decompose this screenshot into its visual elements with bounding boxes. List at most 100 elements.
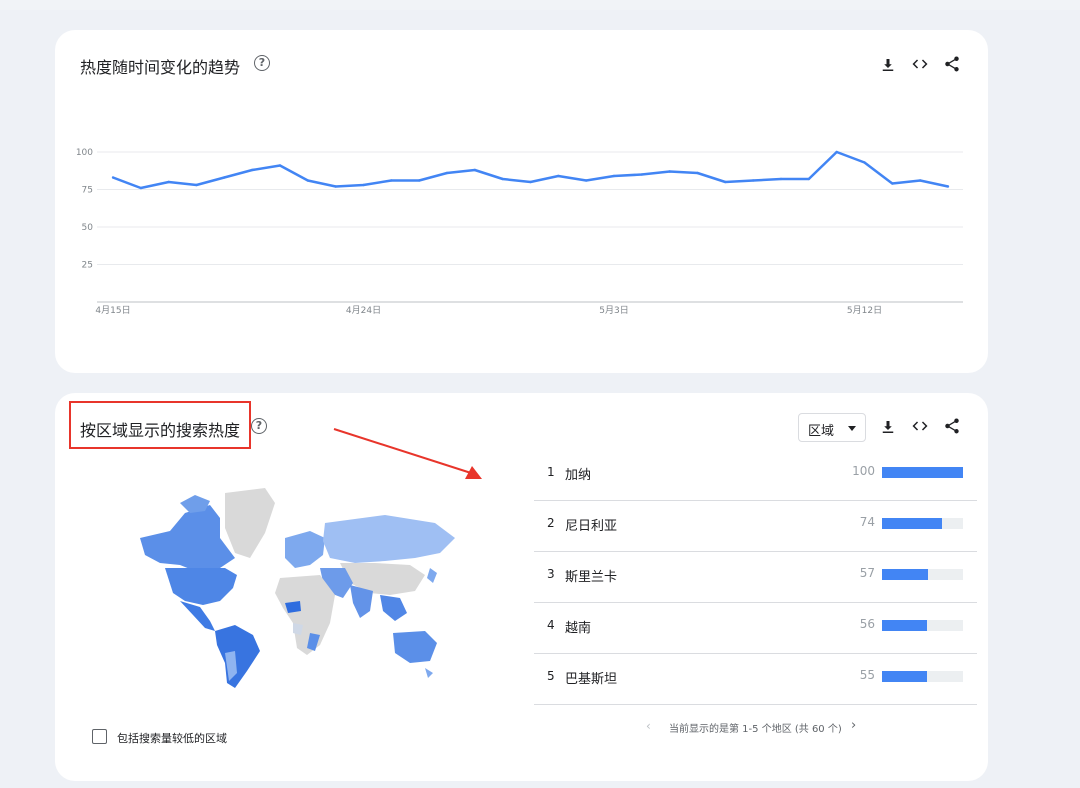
data-point xyxy=(751,179,755,182)
region-row[interactable]: 5 巴基斯坦 55 xyxy=(534,654,977,705)
data-point xyxy=(195,183,198,187)
score-bar-fill xyxy=(882,671,927,682)
y-tick-label: 100 xyxy=(76,148,93,158)
data-point xyxy=(223,176,226,179)
x-tick-label: 5月3日 xyxy=(599,305,628,316)
data-point xyxy=(139,186,143,190)
data-point xyxy=(529,180,532,184)
data-point xyxy=(250,168,254,172)
pager-status: 当前显示的是第 1-5 个地区 (共 60 个) xyxy=(669,724,842,735)
data-point xyxy=(779,177,783,181)
interest-over-time-card: 热度随时间变化的趋势 ? 25 50 75 100 4月15日 4月24日 5月3日 5月12… xyxy=(55,30,988,373)
data-point xyxy=(835,150,838,154)
data-point xyxy=(696,171,699,175)
data-point xyxy=(724,180,727,184)
y-tick-label: 75 xyxy=(82,186,93,196)
embed-code-icon[interactable] xyxy=(909,415,931,437)
map-region-new-zealand xyxy=(425,668,433,678)
region-rank: 4 xyxy=(547,618,555,632)
region-score: 100 xyxy=(852,464,875,478)
y-tick-label: 50 xyxy=(82,223,94,233)
x-tick-label: 4月24日 xyxy=(346,305,381,316)
score-bar-track xyxy=(882,518,963,529)
pager-next-button[interactable]: › xyxy=(851,718,856,733)
region-score: 55 xyxy=(859,668,875,682)
score-bar-track xyxy=(882,671,963,682)
region-score: 56 xyxy=(859,617,875,631)
red-annotation-arrow xyxy=(333,428,482,479)
map-region-africa xyxy=(275,575,335,655)
data-point xyxy=(473,168,477,172)
region-row[interactable]: 1 加纳 100 xyxy=(534,450,977,501)
region-name: 加纳 xyxy=(565,468,592,483)
x-tick-label: 5月12日 xyxy=(847,305,882,316)
map-region-usa xyxy=(165,568,237,605)
score-bar-track xyxy=(882,620,963,631)
map-region-australia xyxy=(393,631,437,663)
data-point xyxy=(668,170,671,173)
region-row[interactable]: 2 尼日利亚 74 xyxy=(534,501,977,552)
score-bar-fill xyxy=(882,518,942,529)
map-region-north-america-north xyxy=(140,505,235,573)
data-point xyxy=(111,176,115,179)
region-name: 斯里兰卡 xyxy=(565,570,618,585)
region-rank: 3 xyxy=(547,567,555,581)
pager-prev-button[interactable]: ‹ xyxy=(646,719,651,733)
score-bar-track xyxy=(882,569,963,580)
region-score: 57 xyxy=(859,566,875,580)
data-point xyxy=(445,171,449,175)
help-icon[interactable]: ? xyxy=(251,418,267,434)
region-rank: 2 xyxy=(547,516,555,530)
region-ranking-list: 1 加纳 100 2 尼日利亚 74 3 斯里兰卡 57 4 越南 56 5 巴基斯坦 55 xyxy=(534,450,977,705)
data-point xyxy=(584,179,588,182)
region-resolution-select[interactable]: 区域 xyxy=(798,413,866,442)
data-point xyxy=(334,185,337,188)
x-tick-label: 4月15日 xyxy=(95,305,130,316)
interest-by-region-card: 按区域显示的搜索热度 ? 区域 1 加纳 100 2 尼日利亚 74 3 斯里兰… xyxy=(55,393,988,781)
region-row[interactable]: 4 越南 56 xyxy=(534,603,977,654)
region-select-value: 区域 xyxy=(808,424,835,439)
top-strip xyxy=(0,0,1080,10)
data-point xyxy=(918,179,922,182)
data-point xyxy=(306,179,310,182)
chevron-down-icon xyxy=(848,426,856,431)
data-point xyxy=(891,182,894,185)
score-bar-fill xyxy=(882,569,929,580)
y-tick-label: 25 xyxy=(82,261,93,271)
share-icon[interactable] xyxy=(941,415,963,437)
region-score: 74 xyxy=(859,515,875,529)
map-region-europe xyxy=(285,531,325,568)
map-region-russia xyxy=(323,515,455,563)
data-point xyxy=(946,185,950,188)
data-point xyxy=(390,179,393,182)
map-region-south-america xyxy=(215,625,260,688)
data-point xyxy=(863,161,866,164)
map-region-japan xyxy=(427,568,437,583)
region-rank: 5 xyxy=(547,669,555,683)
data-point xyxy=(501,177,504,181)
data-point xyxy=(557,174,560,178)
region-row[interactable]: 3 斯里兰卡 57 xyxy=(534,552,977,603)
data-point xyxy=(278,164,282,167)
map-region-greenland xyxy=(225,488,275,558)
score-bar-fill xyxy=(882,467,963,478)
map-region-southeast-asia xyxy=(380,595,407,621)
region-name: 越南 xyxy=(565,621,592,636)
region-title: 按区域显示的搜索热度 xyxy=(80,421,241,440)
region-rank: 1 xyxy=(547,465,555,479)
data-point xyxy=(362,183,365,187)
data-point xyxy=(612,174,616,178)
score-bar-fill xyxy=(882,620,928,631)
region-name: 巴基斯坦 xyxy=(565,672,618,687)
world-map[interactable] xyxy=(125,483,455,693)
include-low-volume-checkbox[interactable] xyxy=(92,729,107,744)
data-point xyxy=(640,173,644,176)
data-point xyxy=(417,179,421,182)
include-low-volume-label: 包括搜索量较低的区域 xyxy=(117,732,227,745)
data-point xyxy=(167,180,170,184)
score-bar-track xyxy=(882,467,963,478)
download-icon[interactable] xyxy=(877,416,899,438)
map-region-central-america xyxy=(180,601,215,631)
data-point xyxy=(807,177,811,181)
region-name: 尼日利亚 xyxy=(565,519,618,534)
